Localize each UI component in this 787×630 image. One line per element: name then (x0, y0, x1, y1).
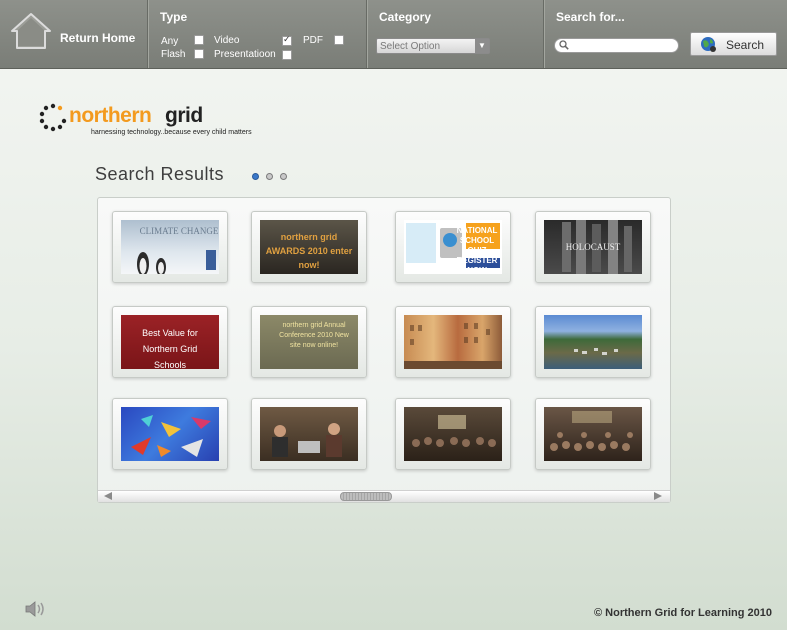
type-presentation-checkbox[interactable] (282, 50, 292, 60)
category-select-value: Select Option (380, 41, 441, 52)
page-title: Search Results (95, 164, 225, 184)
search-input[interactable] (554, 38, 679, 53)
type-flash-checkbox[interactable] (194, 49, 204, 59)
thumbnail-image (404, 315, 502, 369)
pager-dot-1[interactable] (252, 173, 259, 180)
thumbnail-caption: CLIMATE CHANGE (139, 226, 219, 236)
thumbnail-image: NATIONAL SCHOOL QUIZ REGISTER NOW (404, 220, 502, 274)
result-thumbnail-11[interactable] (395, 398, 511, 470)
thumbnail-image: HOLOCAUST (544, 220, 642, 274)
result-thumbnail-7[interactable] (395, 306, 511, 378)
home-icon (11, 13, 51, 49)
scroll-left-arrow-icon[interactable] (104, 492, 112, 500)
category-title: Category (379, 10, 432, 24)
category-filter: Category Select Option ▼ (367, 0, 544, 68)
logo-text-grid: grid (165, 104, 203, 127)
horizontal-scrollbar[interactable] (98, 490, 670, 502)
search-title: Search for... (556, 10, 625, 24)
thumbnail-image (404, 407, 502, 461)
type-any-checkbox[interactable] (194, 35, 204, 45)
type-title: Type (160, 10, 188, 24)
result-thumbnail-6[interactable]: northern grid Annual Conference 2010 New… (251, 306, 367, 378)
type-pdf-checkbox[interactable] (334, 35, 344, 45)
thumbnail-image (544, 315, 642, 369)
northern-grid-logo: northern grid harnessing technology..bec… (38, 102, 258, 142)
type-video-checkbox[interactable] (282, 34, 292, 46)
type-presentation-label: Presentatioon (214, 49, 276, 60)
thumbnail-image (260, 407, 358, 461)
result-thumbnail-1[interactable]: CLIMATE CHANGE (112, 211, 228, 283)
logo-tagline: harnessing technology..because every chi… (91, 129, 252, 136)
result-thumbnail-10[interactable] (251, 398, 367, 470)
thumbnail-image (121, 407, 219, 461)
results-panel: CLIMATE CHANGE northern grid AWARDS 2010… (97, 197, 671, 503)
result-thumbnail-3[interactable]: NATIONAL SCHOOL QUIZ REGISTER NOW (395, 211, 511, 283)
search-icon (559, 40, 569, 50)
search-section: Search for... Search (544, 0, 787, 68)
thumbnail-caption: HOLOCAUST (565, 242, 621, 252)
result-thumbnail-8[interactable] (535, 306, 651, 378)
pager-dot-2[interactable] (266, 173, 273, 180)
result-thumbnail-4[interactable]: HOLOCAUST (535, 211, 651, 283)
thumbnail-image: northern grid Annual Conference 2010 New… (260, 315, 358, 369)
logo-text-northern: northern (69, 104, 152, 127)
speaker-icon[interactable] (24, 600, 46, 618)
return-home-label: Return Home (60, 31, 136, 45)
type-flash-label: Flash (161, 49, 186, 60)
type-video-label: Video (214, 35, 240, 46)
thumbnail-image: Best Value for Northern Grid Schools (121, 315, 219, 369)
thumbnail-image: northern grid AWARDS 2010 enter now! (260, 220, 358, 274)
top-toolbar: Return Home Type Any Video PDF Flash Pre… (0, 0, 787, 69)
type-any-label: Any (161, 36, 179, 47)
scrollbar-thumb[interactable] (340, 492, 392, 501)
scroll-right-arrow-icon[interactable] (654, 492, 662, 500)
type-filter: Type Any Video PDF Flash Presentatioon (148, 0, 367, 68)
thumbnail-caption: northern grid AWARDS 2010 enter now! (265, 232, 353, 270)
result-thumbnail-5[interactable]: Best Value for Northern Grid Schools (112, 306, 228, 378)
copyright-text: © Northern Grid for Learning 2010 (594, 607, 773, 619)
search-button-label: Search (726, 38, 765, 52)
return-home-button[interactable]: Return Home (0, 0, 148, 68)
thumbnail-caption: NATIONAL SCHOOL QUIZ REGISTER NOW (456, 226, 498, 274)
thumbnail-image (544, 407, 642, 461)
type-pdf-label: PDF (303, 35, 323, 46)
category-select[interactable]: Select Option ▼ (376, 38, 490, 54)
result-thumbnail-2[interactable]: northern grid AWARDS 2010 enter now! (251, 211, 367, 283)
chevron-down-icon: ▼ (475, 39, 489, 53)
thumbnail-caption: Best Value for Northern Grid Schools (142, 328, 198, 369)
thumbnail-image: CLIMATE CHANGE (121, 220, 219, 274)
search-button[interactable]: Search (690, 32, 777, 56)
logo-dots-icon (39, 103, 67, 132)
globe-icon (701, 37, 716, 52)
result-thumbnail-12[interactable] (535, 398, 651, 470)
result-thumbnail-9[interactable] (112, 398, 228, 470)
thumbnail-caption: northern grid Annual Conference 2010 New… (279, 322, 349, 349)
pager-dot-3[interactable] (280, 173, 287, 180)
